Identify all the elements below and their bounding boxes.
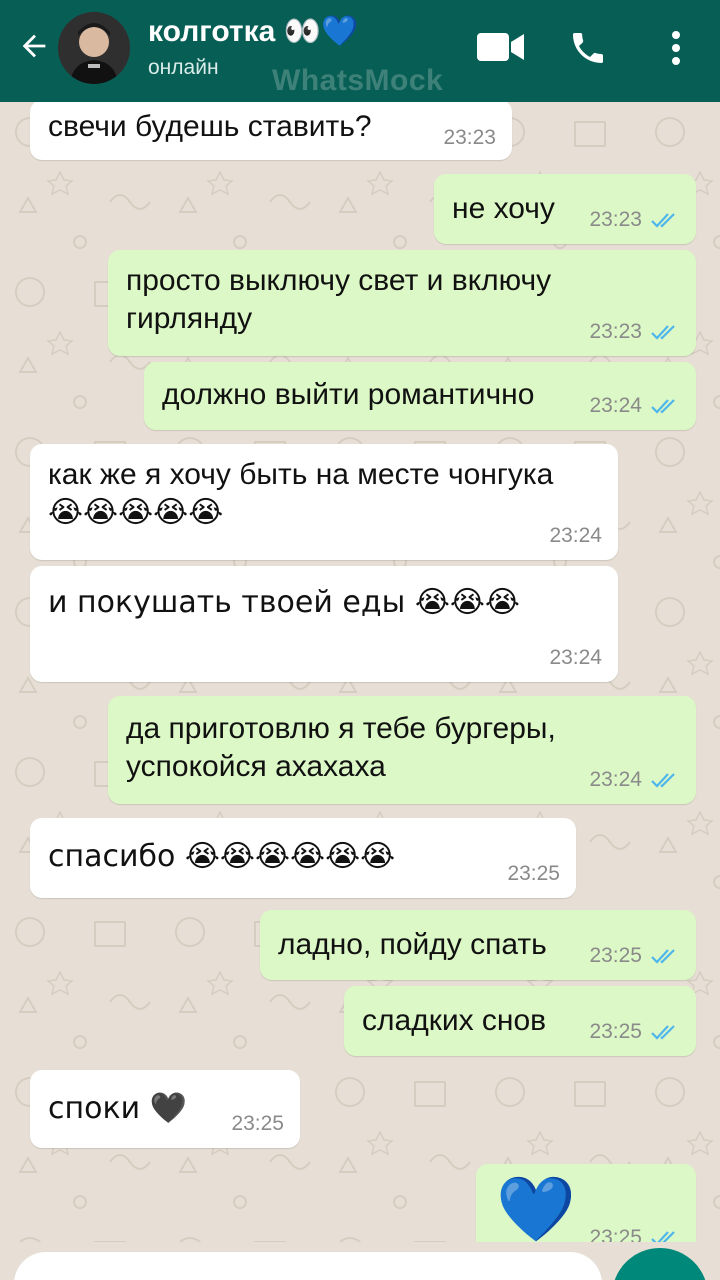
message-outgoing[interactable]: должно выйти романтично 23:24 (144, 362, 696, 430)
contact-status: онлайн (148, 56, 219, 79)
message-text: как же я хочу быть на месте чонгука 😭😭😭😭… (48, 456, 553, 532)
message-meta: 23:23 (589, 208, 680, 232)
message-text: должно выйти романтично (162, 378, 535, 411)
vertical-dots-icon (672, 31, 680, 65)
message-meta: 23:24 (589, 394, 680, 418)
message-incoming[interactable]: свечи будешь ставить? 23:23 (30, 102, 512, 160)
message-text: просто выключу свет и включу гирлянду (126, 262, 551, 338)
chat-area[interactable]: свечи будешь ставить? 23:23 не хочу 23:2… (0, 102, 720, 1242)
message-line: как же я хочу быть на месте чонгука (48, 458, 554, 491)
message-line: просто выключу свет и включу (126, 264, 552, 297)
message-line: 😭😭😭😭😭 (48, 495, 224, 530)
message-text: сладких снов (362, 1004, 547, 1037)
back-button[interactable] (14, 26, 54, 66)
read-receipt-icon (651, 1025, 675, 1040)
message-time: 23:24 (549, 646, 602, 669)
message-incoming[interactable]: спасибо 😭😭😭😭😭😭 23:25 (30, 818, 576, 898)
message-outgoing[interactable]: ладно, пойду спать 23:25 (260, 910, 696, 980)
message-line: да приготовлю я тебе бургеры, (126, 712, 556, 745)
message-text: свечи будешь ставить? (48, 110, 372, 143)
message-text: да приготовлю я тебе бургеры, успокойся … (126, 710, 556, 786)
message-outgoing[interactable]: просто выключу свет и включу гирлянду 23… (108, 250, 696, 356)
message-time: 23:25 (589, 1020, 642, 1043)
message-time: 23:24 (589, 768, 642, 791)
message-meta: 23:25 (589, 944, 680, 968)
video-call-button[interactable] (474, 26, 528, 68)
watermark: WhatsMock (272, 64, 444, 97)
message-line: гирлянду (126, 302, 253, 335)
message-time: 23:23 (589, 320, 642, 343)
avatar-image (58, 12, 130, 84)
message-outgoing[interactable]: 💙 23:25 (476, 1164, 696, 1242)
message-time: 23:25 (231, 1112, 284, 1135)
read-receipt-icon (651, 399, 675, 414)
message-time: 23:24 (589, 394, 642, 417)
message-meta: 23:24 (589, 768, 680, 792)
message-time: 23:23 (589, 208, 642, 231)
message-meta: 23:25 (507, 862, 560, 886)
read-receipt-icon (651, 213, 675, 228)
contact-name[interactable]: колготка 👀💙 (148, 14, 358, 49)
message-incoming[interactable]: и покушать твоей еды 😭😭😭 23:24 (30, 566, 618, 682)
message-meta: 23:24 (549, 524, 602, 548)
message-meta: 23:25 (231, 1112, 284, 1136)
message-text: споки 🖤 (48, 1091, 187, 1126)
message-outgoing[interactable]: сладких снов 23:25 (344, 986, 696, 1056)
read-receipt-icon (651, 325, 675, 340)
video-camera-icon (477, 33, 524, 61)
message-incoming[interactable]: как же я хочу быть на месте чонгука 😭😭😭😭… (30, 444, 618, 560)
message-text: 💙 (496, 1173, 576, 1242)
message-time: 23:23 (443, 126, 496, 149)
message-input[interactable] (14, 1252, 602, 1280)
message-incoming[interactable]: споки 🖤 23:25 (30, 1070, 300, 1148)
read-receipt-icon (651, 949, 675, 964)
message-time: 23:25 (507, 862, 560, 885)
arrow-left-icon (22, 34, 46, 58)
message-time: 23:25 (589, 944, 642, 967)
voice-call-button[interactable] (562, 22, 614, 74)
message-outgoing[interactable]: не хочу 23:23 (434, 174, 696, 244)
message-time: 23:24 (549, 524, 602, 547)
contact-avatar[interactable] (58, 12, 130, 84)
message-text: ладно, пойду спать (278, 928, 547, 961)
read-receipt-icon (651, 773, 675, 788)
message-text: и покушать твоей еды 😭😭😭 (48, 585, 520, 620)
message-meta: 23:25 (589, 1226, 680, 1242)
message-outgoing[interactable]: да приготовлю я тебе бургеры, успокойся … (108, 696, 696, 804)
read-receipt-icon (651, 1231, 675, 1242)
message-text: спасибо 😭😭😭😭😭😭 (48, 839, 396, 874)
more-options-button[interactable] (656, 22, 696, 74)
chat-header: колготка 👀💙 онлайн WhatsMock (0, 0, 720, 102)
message-meta: 23:24 (549, 646, 602, 670)
message-time: 23:25 (589, 1226, 642, 1242)
message-line: успокойся ахахаха (126, 750, 386, 783)
message-meta: 23:23 (589, 320, 680, 344)
message-meta: 23:25 (589, 1020, 680, 1044)
message-text: не хочу (452, 192, 555, 225)
message-meta: 23:23 (443, 126, 496, 150)
phone-icon (573, 33, 603, 63)
